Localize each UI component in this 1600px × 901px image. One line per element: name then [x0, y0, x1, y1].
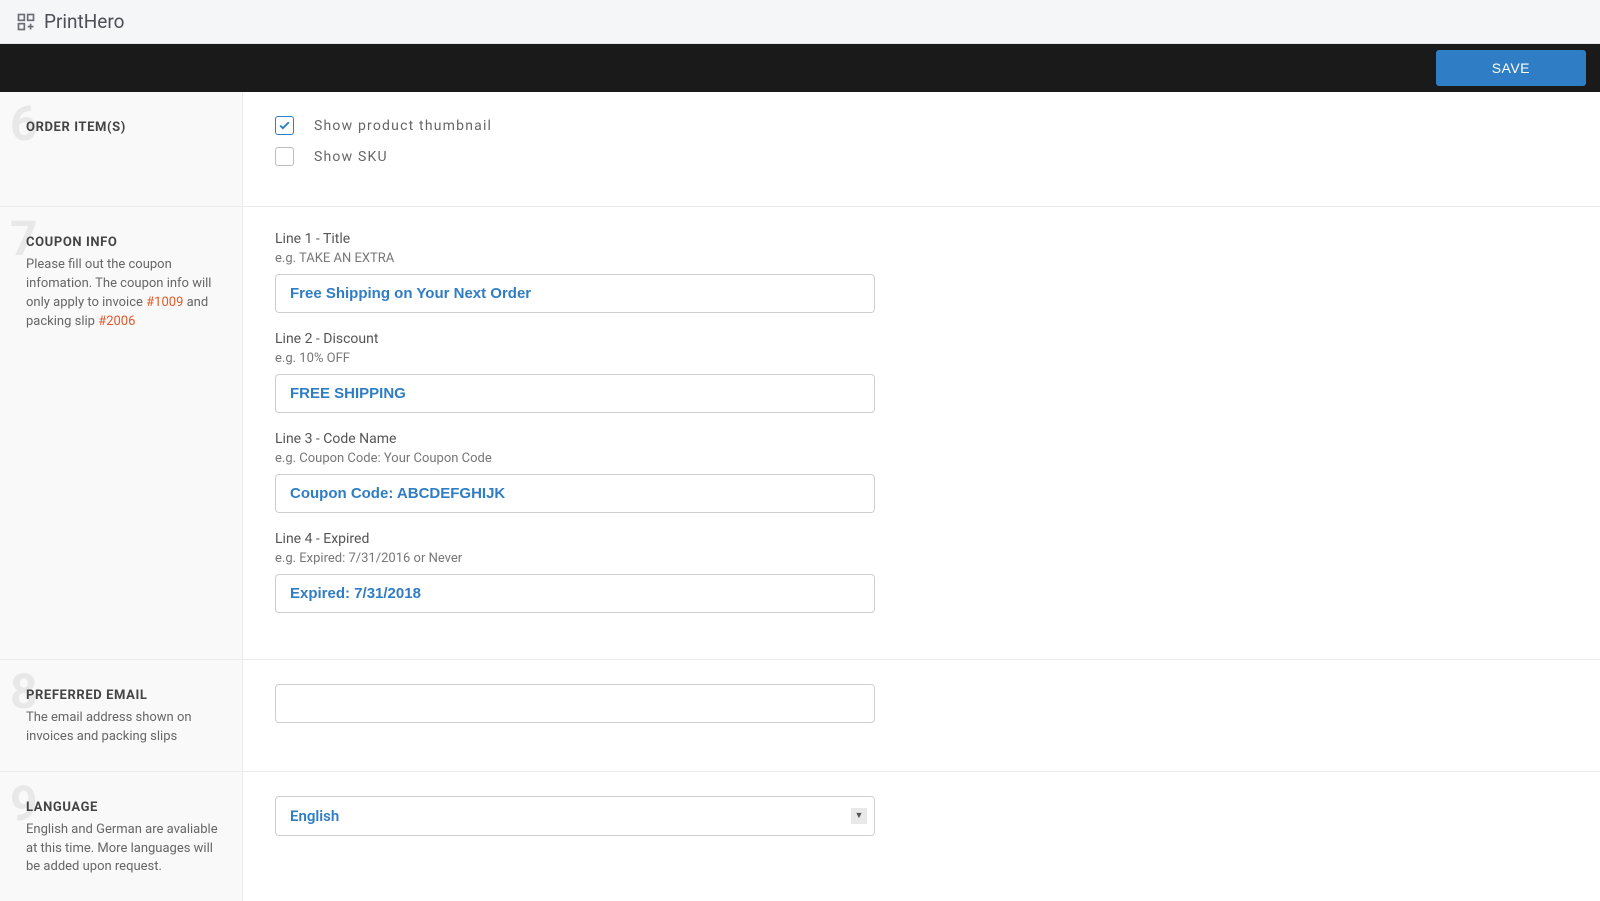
field-hint: e.g. Expired: 7/31/2016 or Never	[275, 551, 1568, 566]
coupon-code-input[interactable]	[275, 474, 875, 513]
checkbox-row: Show product thumbnail	[275, 116, 1568, 135]
field-hint: e.g. Coupon Code: Your Coupon Code	[275, 451, 1568, 466]
section-description: The email address shown on invoices and …	[26, 709, 222, 747]
field-line1: Line 1 - Title e.g. TAKE AN EXTRA	[275, 231, 1568, 323]
section-language: 9 LANGUAGE English and German are avalia…	[0, 772, 1600, 901]
packing-slip-link[interactable]: #2006	[98, 314, 135, 329]
section-title: ORDER ITEM(S)	[26, 116, 222, 135]
coupon-discount-input[interactable]	[275, 374, 875, 413]
checkbox-row: Show SKU	[275, 147, 1568, 166]
checkbox-label: Show SKU	[314, 149, 388, 165]
section-title: COUPON INFO	[26, 231, 222, 250]
section-title: LANGUAGE	[26, 796, 222, 815]
field-line4: Line 4 - Expired e.g. Expired: 7/31/2016…	[275, 531, 1568, 623]
save-button[interactable]: SAVE	[1436, 50, 1586, 86]
section-order-items: 6 ORDER ITEM(S) Show product thumbnail S…	[0, 92, 1600, 207]
app-name: PrintHero	[44, 10, 124, 33]
section-content: Line 1 - Title e.g. TAKE AN EXTRA Line 2…	[243, 207, 1600, 659]
section-coupon-info: 7 COUPON INFO Please fill out the coupon…	[0, 207, 1600, 660]
section-preferred-email: 8 PREFERRED EMAIL The email address show…	[0, 660, 1600, 772]
field-line3: Line 3 - Code Name e.g. Coupon Code: You…	[275, 431, 1568, 523]
form-body: 6 ORDER ITEM(S) Show product thumbnail S…	[0, 92, 1600, 901]
field-label: Line 3 - Code Name	[275, 431, 1568, 447]
coupon-expired-input[interactable]	[275, 574, 875, 613]
section-sidebar: 7 COUPON INFO Please fill out the coupon…	[0, 207, 243, 659]
field-label: Line 4 - Expired	[275, 531, 1568, 547]
checkbox-label: Show product thumbnail	[314, 118, 492, 134]
section-content: English ▼	[243, 772, 1600, 901]
language-select[interactable]: English	[275, 796, 875, 836]
field-hint: e.g. TAKE AN EXTRA	[275, 251, 1568, 266]
app-logo-icon	[16, 12, 36, 32]
checkbox-show-thumbnail[interactable]	[275, 116, 294, 135]
section-sidebar: 6 ORDER ITEM(S)	[0, 92, 243, 206]
language-select-wrap: English ▼	[275, 796, 875, 836]
section-sidebar: 9 LANGUAGE English and German are avalia…	[0, 772, 243, 901]
section-content	[243, 660, 1600, 771]
section-title: PREFERRED EMAIL	[26, 684, 222, 703]
invoice-link[interactable]: #1009	[146, 295, 183, 310]
action-bar: SAVE	[0, 44, 1600, 92]
section-sidebar: 8 PREFERRED EMAIL The email address show…	[0, 660, 243, 771]
section-content: Show product thumbnail Show SKU	[243, 92, 1600, 206]
logo-block: PrintHero	[16, 10, 124, 33]
coupon-title-input[interactable]	[275, 274, 875, 313]
app-header: PrintHero	[0, 0, 1600, 44]
field-line2: Line 2 - Discount e.g. 10% OFF	[275, 331, 1568, 423]
section-description: English and German are avaliable at this…	[26, 821, 222, 878]
field-hint: e.g. 10% OFF	[275, 351, 1568, 366]
field-label: Line 1 - Title	[275, 231, 1568, 247]
section-description: Please fill out the coupon infomation. T…	[26, 256, 222, 331]
field-label: Line 2 - Discount	[275, 331, 1568, 347]
checkbox-show-sku[interactable]	[275, 147, 294, 166]
preferred-email-input[interactable]	[275, 684, 875, 723]
